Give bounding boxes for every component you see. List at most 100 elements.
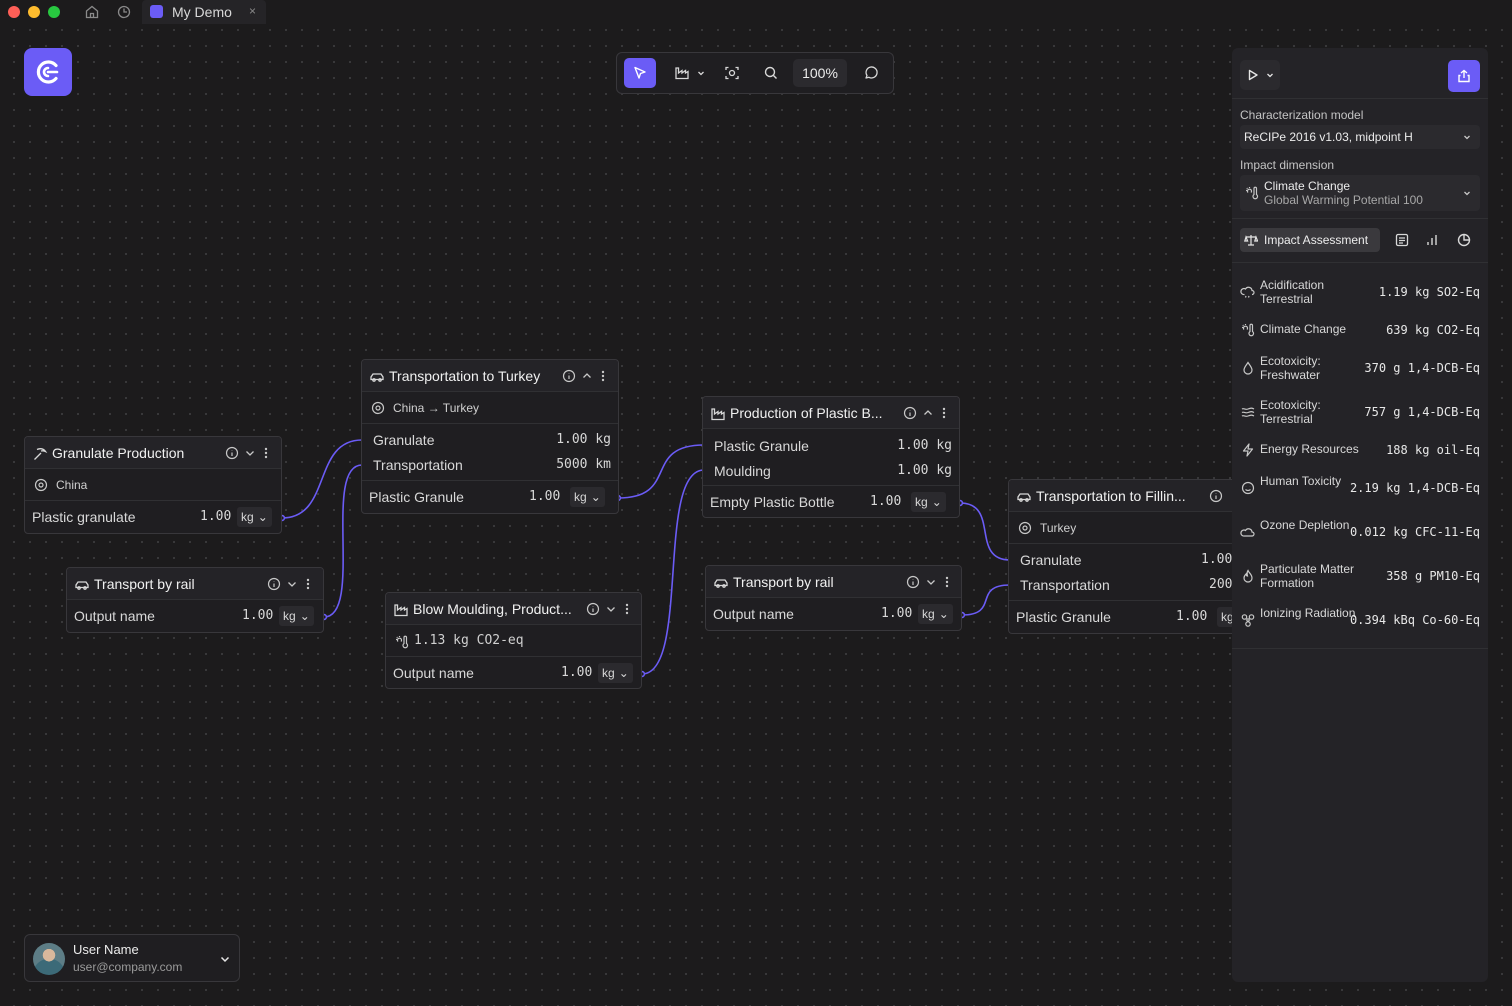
input-value[interactable]: 200 [1209, 577, 1232, 592]
impact-row[interactable]: Particulate Matter Formation 358 g PM10-… [1232, 554, 1488, 598]
info-icon[interactable] [906, 575, 920, 589]
node-blow-moulding[interactable]: Blow Moulding, Product... 1.13 kg CO2-eq… [385, 592, 642, 689]
chevron-down-icon [220, 956, 230, 963]
pie-chart-tab[interactable] [1452, 228, 1476, 252]
node-production-of-plastic-bottle[interactable]: Production of Plastic B... Plastic Granu… [702, 396, 960, 518]
chevron-up-icon[interactable] [922, 406, 934, 420]
unit-select[interactable]: kg ⌄ [279, 606, 314, 626]
node-header[interactable]: Transport by rail [67, 568, 323, 600]
output-value[interactable]: 1.00 [881, 606, 912, 621]
unit-select[interactable]: kg ⌄ [911, 492, 946, 512]
more-vertical-icon[interactable] [622, 602, 632, 616]
history-icon[interactable] [116, 4, 132, 20]
node-header[interactable]: Transportation to Fillin... [1009, 480, 1232, 512]
edge-bottle-to-filling[interactable] [959, 502, 1011, 561]
edge-moulding-to-production[interactable] [641, 469, 705, 675]
edge-rail-to-transport-turkey[interactable] [323, 464, 363, 618]
app-logo[interactable] [24, 48, 72, 96]
impact-value: 639 kg CO2-Eq [1386, 323, 1480, 337]
share-button[interactable] [1448, 60, 1480, 92]
output-value[interactable]: 1.00 [200, 509, 231, 524]
impact-value: 358 g PM10-Eq [1386, 569, 1480, 583]
unit-select[interactable]: kg ⌄ [237, 507, 272, 527]
node-header[interactable]: Transportation to Turkey [362, 360, 618, 392]
node-header[interactable]: Granulate Production [25, 437, 281, 469]
home-icon[interactable] [84, 4, 100, 20]
maximize-window-button[interactable] [48, 6, 60, 18]
node-transport-by-rail[interactable]: Transport by rail Output name 1.00 kg ⌄ [705, 565, 962, 631]
more-vertical-icon[interactable] [939, 406, 949, 420]
node-granulate-production[interactable]: Granulate Production China Plastic granu… [24, 436, 282, 534]
map-pin-icon [1018, 521, 1032, 535]
search-button[interactable] [757, 58, 785, 88]
impact-row[interactable]: Ionizing Radiation 0.394 kBq Co-60-Eq [1232, 598, 1488, 642]
chevron-down-icon[interactable] [605, 602, 617, 616]
impact-row[interactable]: Ozone Depletion 0.012 kg CFC-11-Eq [1232, 510, 1488, 554]
add-process-dropdown[interactable] [667, 58, 713, 88]
impact-assessment-tab[interactable]: Impact Assessment [1240, 228, 1380, 252]
chevron-down-icon[interactable] [925, 575, 937, 589]
input-value[interactable]: 1.00 kg [897, 463, 952, 478]
output-value[interactable]: 1.00 [561, 665, 592, 680]
output-value[interactable]: 1.00 [1176, 609, 1207, 624]
input-value[interactable]: 1.00 kg [897, 438, 952, 453]
chevron-down-icon[interactable] [244, 446, 256, 460]
impact-dimension-label: Impact dimension [1240, 158, 1335, 172]
node-transportation-to-turkey[interactable]: Transportation to Turkey China → Turkey … [361, 359, 619, 514]
node-transport-by-rail[interactable]: Transport by rail Output name 1.00 kg ⌄ [66, 567, 324, 633]
edge-granule-to-production[interactable] [617, 444, 705, 499]
focus-view-button[interactable] [718, 58, 746, 88]
user-menu[interactable]: User Name user@company.com [24, 934, 240, 982]
panel-divider [1232, 648, 1488, 649]
impact-row[interactable]: Human Toxicity 2.19 kg 1,4-DCB-Eq [1232, 466, 1488, 510]
unit-select[interactable]: kg [1217, 607, 1232, 627]
output-label: Plastic Granule [1016, 609, 1111, 625]
more-vertical-icon[interactable] [942, 575, 952, 589]
output-value[interactable]: 1.00 [870, 494, 901, 509]
input-value[interactable]: 5000 km [556, 457, 611, 472]
node-header[interactable]: Transport by rail [706, 566, 961, 598]
tab-my-demo[interactable]: My Demo × [142, 0, 266, 24]
input-value[interactable]: 1.00 kg [556, 432, 611, 447]
input-row: Transportation 200 [1009, 572, 1232, 597]
output-row: Plastic granulate 1.00 kg ⌄ [25, 501, 281, 533]
node-transportation-to-filling[interactable]: Transportation to Fillin... Turkey Granu… [1008, 479, 1232, 634]
comment-button[interactable] [857, 58, 885, 88]
info-icon[interactable] [562, 369, 576, 383]
output-value[interactable]: 1.00 [529, 489, 560, 504]
unit-select[interactable]: kg ⌄ [918, 604, 953, 624]
tab-close-icon[interactable]: × [249, 4, 256, 18]
node-header[interactable]: Production of Plastic B... [703, 397, 959, 429]
info-icon[interactable] [903, 406, 917, 420]
info-icon[interactable] [586, 602, 600, 616]
minimize-window-button[interactable] [28, 6, 40, 18]
info-icon[interactable] [1209, 489, 1223, 503]
impact-value: 2.19 kg 1,4-DCB-Eq [1349, 481, 1480, 495]
unit-select[interactable]: kg ⌄ [570, 487, 605, 507]
impact-dimension-select[interactable]: Climate Change Global Warming Potential … [1240, 175, 1480, 211]
node-header[interactable]: Blow Moulding, Product... [386, 593, 641, 625]
chevron-down-icon[interactable] [286, 577, 298, 591]
characterization-select[interactable]: ReCIPe 2016 v1.03, midpoint H [1240, 125, 1480, 149]
user-name: User Name [73, 942, 139, 957]
zap-icon [1242, 443, 1254, 457]
close-window-button[interactable] [8, 6, 20, 18]
input-list: Granulate 1.00 Transportation 200 [1009, 544, 1232, 600]
output-value[interactable]: 1.00 [242, 608, 273, 623]
chevron-up-icon[interactable] [581, 369, 593, 383]
impact-row[interactable]: Ecotoxicity: Freshwater 370 g 1,4-DCB-Eq [1232, 346, 1488, 390]
info-icon[interactable] [225, 446, 239, 460]
run-dropdown-button[interactable] [1240, 60, 1280, 90]
edge-rail2-to-filling[interactable] [961, 584, 1011, 616]
zoom-level[interactable]: 100% [793, 59, 847, 87]
input-value[interactable]: 1.00 [1201, 552, 1232, 567]
report-tab[interactable] [1390, 228, 1414, 252]
edge-granulate-to-transport-turkey[interactable] [281, 439, 363, 519]
unit-select[interactable]: kg ⌄ [598, 663, 633, 683]
more-vertical-icon[interactable] [598, 369, 608, 383]
more-vertical-icon[interactable] [261, 446, 271, 460]
info-icon[interactable] [267, 577, 281, 591]
select-tool-button[interactable] [624, 58, 656, 88]
bar-chart-tab[interactable] [1420, 228, 1444, 252]
more-vertical-icon[interactable] [303, 577, 313, 591]
